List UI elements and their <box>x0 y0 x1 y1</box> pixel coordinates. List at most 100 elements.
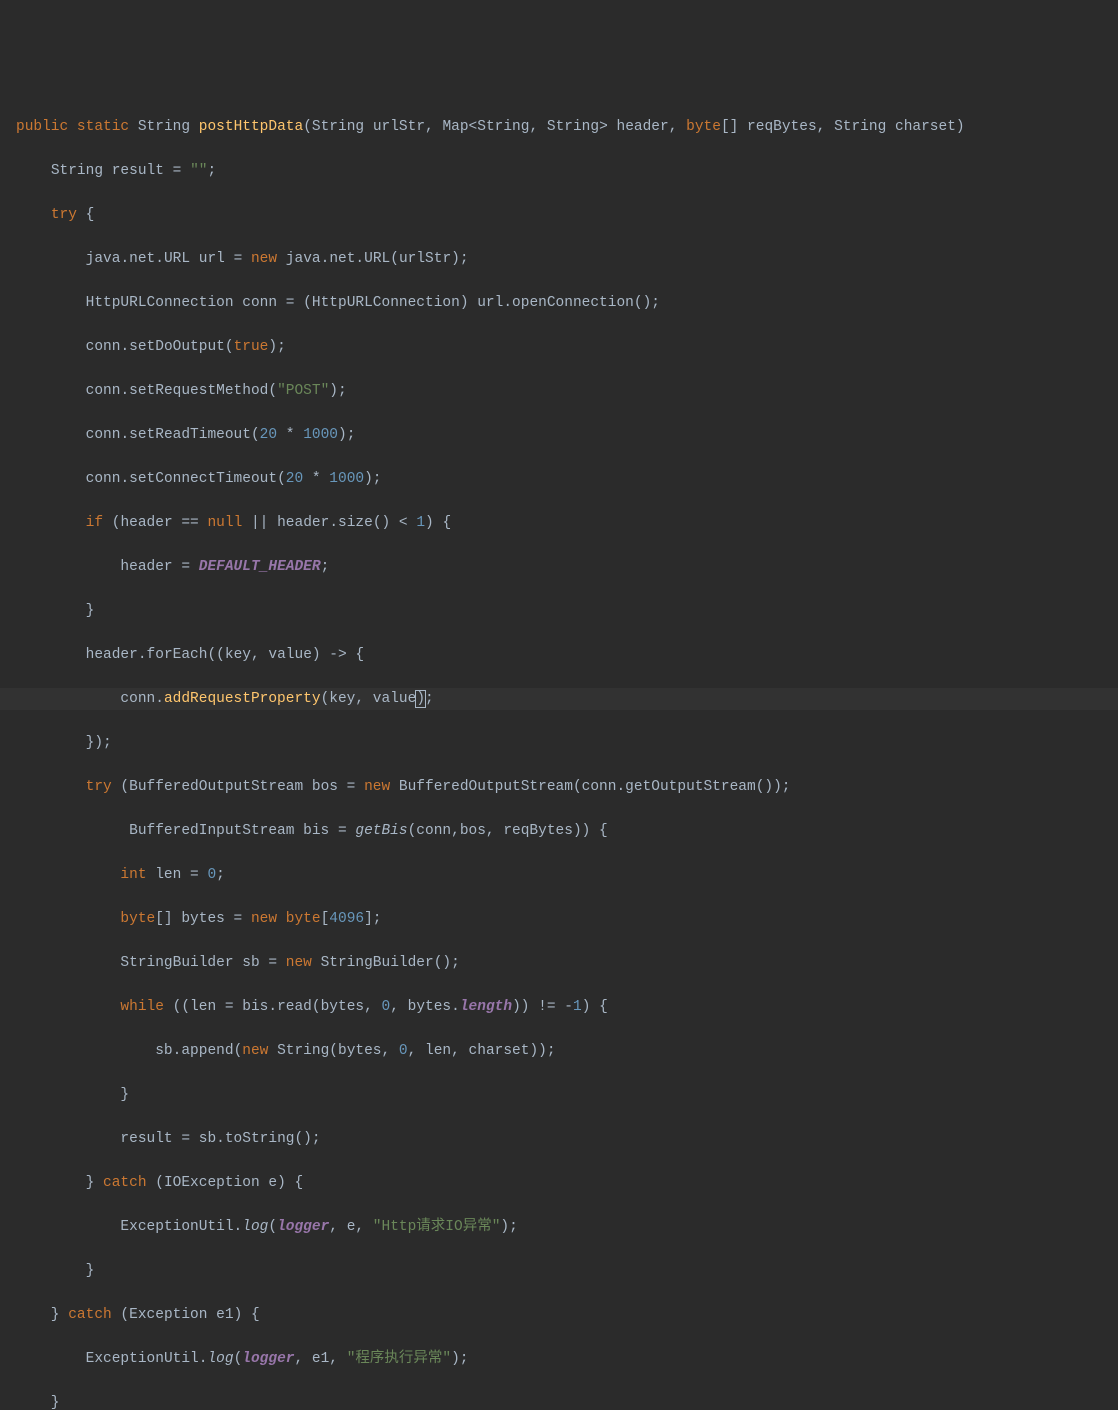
code-line[interactable]: if (header == null || header.size() < 1)… <box>0 512 1118 534</box>
variable: conn <box>582 779 617 795</box>
number: 0 <box>382 999 391 1015</box>
code-line[interactable]: conn.setDoOutput(true); <box>0 336 1118 358</box>
class: HttpURLConnection <box>312 295 460 311</box>
variable: header <box>86 647 138 663</box>
code-line[interactable]: } catch (Exception e1) { <box>0 1304 1118 1326</box>
method: read <box>277 999 312 1015</box>
keyword: true <box>234 339 269 355</box>
number: 1000 <box>303 427 338 443</box>
code-line[interactable]: int len = 0; <box>0 864 1118 886</box>
variable: conn <box>86 383 121 399</box>
code-line[interactable]: result = sb.toString(); <box>0 1128 1118 1150</box>
method: getBis <box>355 823 407 839</box>
method: forEach <box>147 647 208 663</box>
variable: bos <box>460 823 486 839</box>
keyword: new <box>251 911 277 927</box>
keyword: byte <box>686 119 721 135</box>
variable: bis <box>303 823 329 839</box>
method: setConnectTimeout <box>129 471 277 487</box>
cursor: ) <box>415 690 426 708</box>
keyword: new <box>242 1043 268 1059</box>
class: ExceptionUtil <box>120 1219 233 1235</box>
variable: charset <box>469 1043 530 1059</box>
code-line[interactable]: BufferedInputStream bis = getBis(conn,bo… <box>0 820 1118 842</box>
code-line[interactable]: conn.setConnectTimeout(20 * 1000); <box>0 468 1118 490</box>
param: value <box>268 647 312 663</box>
type: Map <box>442 119 468 135</box>
keyword: static <box>77 119 129 135</box>
method: openConnection <box>512 295 634 311</box>
code-line[interactable]: String result = ""; <box>0 160 1118 182</box>
variable: len <box>190 999 216 1015</box>
variable: e <box>347 1219 356 1235</box>
code-line[interactable]: sb.append(new String(bytes, 0, len, char… <box>0 1040 1118 1062</box>
code-line[interactable]: } <box>0 1084 1118 1106</box>
variable: header <box>120 515 172 531</box>
method: getOutputStream <box>625 779 756 795</box>
code-line[interactable]: conn.setReadTimeout(20 * 1000); <box>0 424 1118 446</box>
code-line[interactable]: ExceptionUtil.log(logger, e, "Http请求IO异常… <box>0 1216 1118 1238</box>
code-line[interactable]: java.net.URL url = new java.net.URL(urlS… <box>0 248 1118 270</box>
number: 4096 <box>329 911 364 927</box>
method-name: postHttpData <box>199 119 303 135</box>
code-editor[interactable]: public static String postHttpData(String… <box>0 94 1118 1410</box>
method: setReadTimeout <box>129 427 251 443</box>
number: 0 <box>207 867 216 883</box>
number: 20 <box>286 471 303 487</box>
variable: conn <box>86 427 121 443</box>
number: 20 <box>260 427 277 443</box>
string: "POST" <box>277 383 329 399</box>
variable: conn <box>242 295 277 311</box>
keyword: new <box>364 779 390 795</box>
code-line[interactable]: }); <box>0 732 1118 754</box>
code-line[interactable]: public static String postHttpData(String… <box>0 116 1118 138</box>
variable: url <box>199 251 225 267</box>
string: "程序执行异常" <box>347 1351 451 1367</box>
code-line[interactable]: while ((len = bis.read(bytes, 0, bytes.l… <box>0 996 1118 1018</box>
code-line[interactable]: } catch (IOException e) { <box>0 1172 1118 1194</box>
type: StringBuilder <box>120 955 233 971</box>
method: size <box>338 515 373 531</box>
method: setDoOutput <box>129 339 225 355</box>
code-line[interactable]: HttpURLConnection conn = (HttpURLConnect… <box>0 292 1118 314</box>
type: String <box>51 163 103 179</box>
code-line-current[interactable]: conn.addRequestProperty(key, value); <box>0 688 1118 710</box>
number: 0 <box>399 1043 408 1059</box>
type: String <box>477 119 529 135</box>
code-line[interactable]: conn.setRequestMethod("POST"); <box>0 380 1118 402</box>
method: toString <box>225 1131 295 1147</box>
code-line[interactable]: } <box>0 600 1118 622</box>
code-line[interactable]: try (BufferedOutputStream bos = new Buff… <box>0 776 1118 798</box>
code-line[interactable]: StringBuilder sb = new StringBuilder(); <box>0 952 1118 974</box>
keyword: if <box>86 515 103 531</box>
code-line[interactable]: header = DEFAULT_HEADER; <box>0 556 1118 578</box>
variable: bytes <box>408 999 452 1015</box>
param: key <box>225 647 251 663</box>
code-line[interactable]: try { <box>0 204 1118 226</box>
variable: sb <box>199 1131 216 1147</box>
type: Exception <box>129 1307 207 1323</box>
keyword: while <box>120 999 164 1015</box>
variable: bis <box>242 999 268 1015</box>
number: 1 <box>416 515 425 531</box>
constant: logger <box>242 1351 294 1367</box>
keyword: catch <box>68 1307 112 1323</box>
code-line[interactable]: } <box>0 1392 1118 1410</box>
keyword: try <box>51 207 77 223</box>
code-line[interactable]: ExceptionUtil.log(logger, e1, "程序执行异常"); <box>0 1348 1118 1370</box>
method: log <box>242 1219 268 1235</box>
variable: e1 <box>312 1351 329 1367</box>
type: byte <box>286 911 321 927</box>
code-line[interactable]: } <box>0 1260 1118 1282</box>
variable: bos <box>312 779 338 795</box>
variable: result <box>120 1131 172 1147</box>
variable: len <box>155 867 181 883</box>
constant: logger <box>277 1219 329 1235</box>
keyword: null <box>207 515 242 531</box>
variable: reqBytes <box>503 823 573 839</box>
code-line[interactable]: byte[] bytes = new byte[4096]; <box>0 908 1118 930</box>
number: 1 <box>573 999 582 1015</box>
code-line[interactable]: header.forEach((key, value) -> { <box>0 644 1118 666</box>
class: ExceptionUtil <box>86 1351 199 1367</box>
type: IOException <box>164 1175 260 1191</box>
